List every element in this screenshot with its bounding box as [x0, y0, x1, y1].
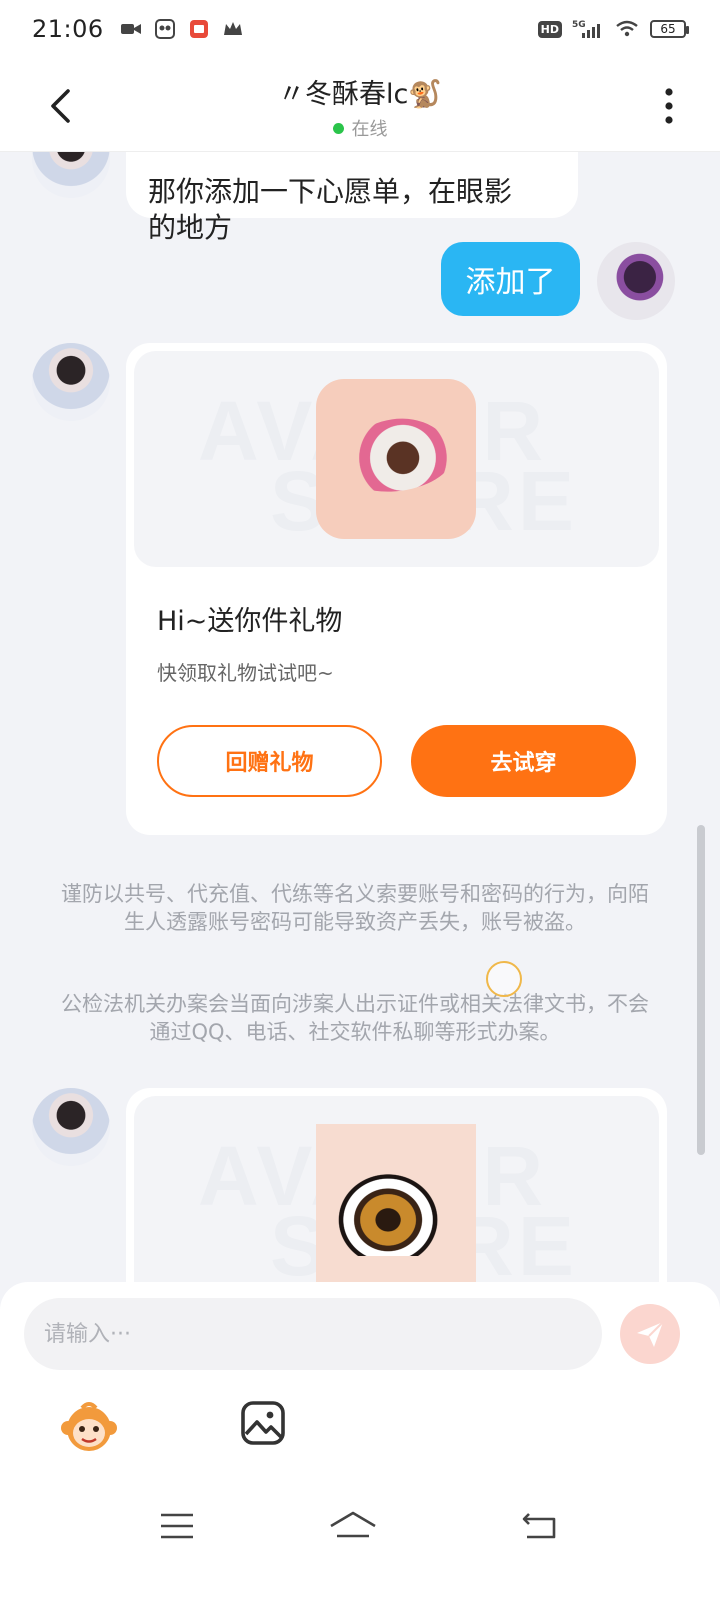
incoming-message-text: 那你添加一下心愿单，在眼影 的地方 [148, 175, 513, 244]
back-button[interactable] [40, 84, 80, 128]
contact-avatar[interactable] [32, 1088, 110, 1166]
chat-title: 〃冬酥春lc🐒 [278, 79, 442, 110]
online-dot [332, 122, 344, 134]
online-status-text: 在线 [351, 119, 388, 140]
monkey-emoji-icon [61, 1402, 117, 1451]
video-icon [120, 19, 142, 39]
gift-card: AVATAR STORE Hi~送你件礼物 快领取礼物试试吧~ 回赠礼物 去试穿 [126, 343, 667, 835]
send-button[interactable] [620, 1304, 680, 1364]
chat-title-block: 〃冬酥春lc🐒 在线 [160, 72, 560, 141]
online-status: 在线 [160, 115, 560, 141]
account-security-notice: 谨防以共号、代充值、代练等名义索要账号和密码的行为，向陌生人透露账号密码可能导致… [61, 882, 649, 934]
try-on-button[interactable]: 去试穿 [411, 725, 636, 797]
message-input[interactable] [24, 1298, 602, 1370]
image-picker-button[interactable] [240, 1400, 290, 1450]
back-icon [522, 1513, 556, 1539]
chat-message-list[interactable]: 那你添加一下心愿单，在眼影 的地方 添加了 AVATAR STORE Hi~送你… [0, 152, 720, 1282]
menu-icon [161, 1513, 193, 1539]
status-right-icons: HD 5G 65 [537, 19, 689, 39]
eyeshadow-preview [337, 411, 457, 499]
send-icon [637, 1321, 664, 1347]
home-icon [330, 1511, 376, 1538]
status-bar: 21:06 HD 5G 65 [0, 0, 720, 58]
red-app-icon [188, 19, 210, 39]
image-icon [241, 1401, 285, 1445]
more-vertical-icon [665, 88, 673, 124]
app-notification-icon [154, 19, 176, 39]
signal-icon: 5G [572, 19, 604, 39]
svg-text:5G: 5G [572, 20, 586, 30]
nav-home-button[interactable] [328, 1504, 378, 1548]
contact-avatar[interactable] [32, 343, 110, 421]
hd-badge: HD [537, 20, 562, 38]
scrollbar[interactable] [697, 825, 705, 1155]
anime-eye-preview [334, 1170, 438, 1256]
outgoing-message-bubble[interactable]: 添加了 [441, 242, 580, 316]
police-warning-notice: 公检法机关办案会当面向涉案人出示证件或相关法律文书，不会通过QQ、电话、社交软件… [61, 992, 649, 1044]
chevron-left-icon [51, 89, 70, 123]
chat-header: 〃冬酥春lc🐒 在线 [0, 58, 720, 152]
outgoing-message-text: 添加了 [465, 265, 556, 300]
gift-card: AVATAR STORE [126, 1088, 667, 1282]
my-avatar[interactable] [597, 242, 675, 320]
gift-item-image[interactable] [316, 1124, 476, 1282]
battery-indicator: 65 [650, 20, 689, 38]
nav-menu-button[interactable] [152, 1504, 202, 1548]
touch-indicator [486, 961, 522, 997]
wifi-icon [614, 19, 640, 39]
return-gift-button[interactable]: 回赠礼物 [157, 725, 382, 797]
gift-title: Hi~送你件礼物 [157, 606, 343, 637]
gift-banner: AVATAR STORE [134, 351, 659, 567]
gift-subtitle: 快领取礼物试试吧~ [157, 661, 334, 685]
incoming-message-bubble[interactable]: 那你添加一下心愿单，在眼影 的地方 [126, 152, 578, 244]
gift-banner: AVATAR STORE [134, 1096, 659, 1282]
nav-back-button[interactable] [514, 1504, 564, 1548]
input-panel [0, 1282, 720, 1600]
status-left-icons [120, 19, 244, 39]
status-time: 21:06 [32, 15, 104, 43]
gift-item-image[interactable] [316, 379, 476, 539]
crown-icon [222, 19, 244, 39]
emoji-button[interactable] [60, 1398, 118, 1456]
contact-avatar[interactable] [32, 152, 110, 198]
more-options-button[interactable] [654, 82, 684, 130]
